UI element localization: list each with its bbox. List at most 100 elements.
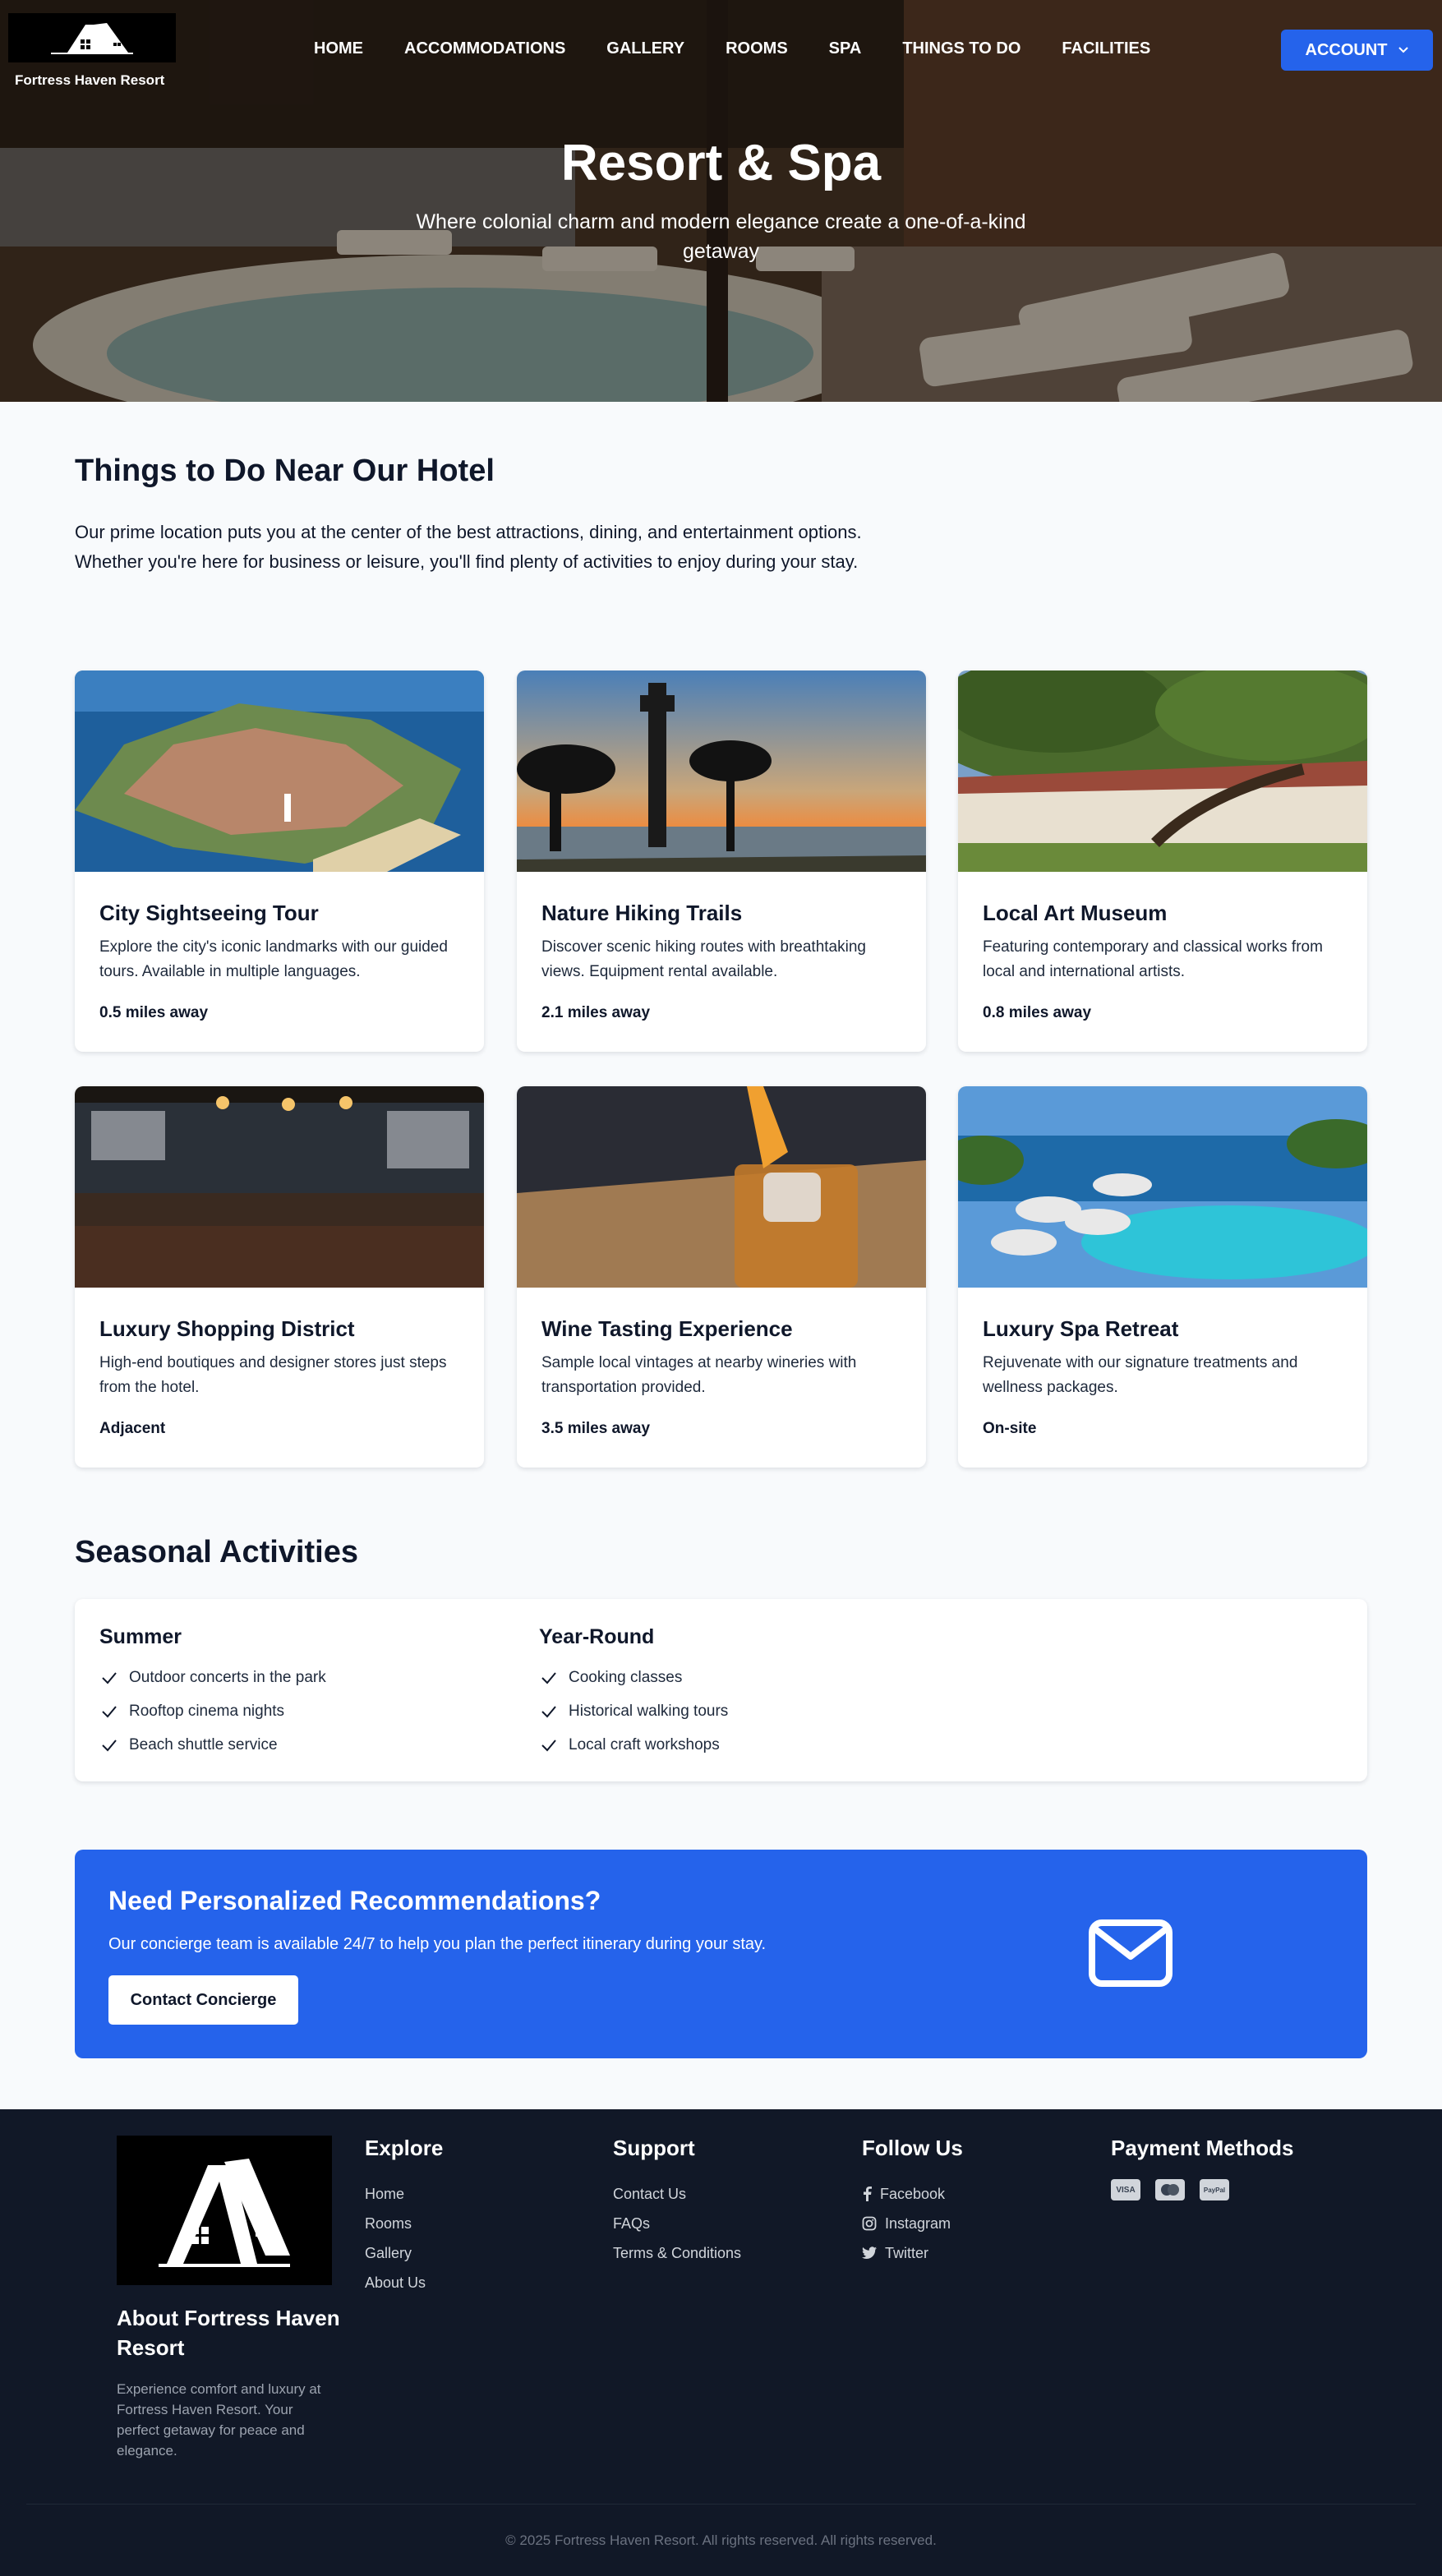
payment-icons: VISA PayPal xyxy=(1111,2179,1294,2200)
footer-heading: Explore xyxy=(365,2136,444,2160)
footer-logo[interactable] xyxy=(117,2136,332,2285)
footer-link-twitter[interactable]: Twitter xyxy=(862,2238,963,2268)
list-item: Beach shuttle service xyxy=(99,1728,326,1762)
list-item: Outdoor concerts in the park xyxy=(99,1661,326,1694)
visa-icon: VISA xyxy=(1111,2179,1140,2200)
things-intro: Our prime location puts you at the cente… xyxy=(75,522,862,572)
check-icon xyxy=(102,1671,117,1684)
footer-link-gallery[interactable]: Gallery xyxy=(365,2238,443,2268)
main-nav: HOME ACCOMMODATIONS GALLERY ROOMS SPA TH… xyxy=(314,39,1191,58)
mastercard-icon xyxy=(1155,2179,1185,2200)
shopping-image xyxy=(75,1086,484,1288)
card-description: Sample local vintages at nearby wineries… xyxy=(541,1354,857,1396)
card-title: Nature Hiking Trails xyxy=(541,901,743,925)
house-logo-icon xyxy=(51,23,133,54)
card-title: Luxury Shopping District xyxy=(99,1316,355,1341)
card-distance: 2.1 miles away xyxy=(541,1004,651,1021)
check-icon xyxy=(102,1739,117,1751)
yearround-title: Year-Round xyxy=(539,1625,655,1648)
hero-section: Fortress Haven Resort HOME ACCOMMODATION… xyxy=(0,0,1442,402)
card-distance: On-site xyxy=(983,1420,1037,1437)
footer-explore: Explore Home Rooms Gallery About Us xyxy=(365,2136,443,2297)
seasonal-title: Seasonal Activities xyxy=(75,1535,358,1569)
things-title: Things to Do Near Our Hotel xyxy=(75,454,495,488)
instagram-icon xyxy=(862,2216,877,2231)
activity-card-museum[interactable]: Local Art Museum Featuring contemporary … xyxy=(958,670,1367,1052)
footer-divider xyxy=(26,2504,1416,2505)
hero-title: Resort & Spa xyxy=(560,135,882,191)
card-description: Featuring contemporary and classical wor… xyxy=(983,938,1323,980)
house-logo-icon xyxy=(159,2159,290,2267)
list-item-label: Rooftop cinema nights xyxy=(129,1702,285,1720)
account-button[interactable]: ACCOUNT xyxy=(1281,30,1433,71)
check-icon xyxy=(541,1671,556,1684)
footer-about-text: Experience comfort and luxury at Fortres… xyxy=(117,2381,321,2458)
nav-gallery[interactable]: GALLERY xyxy=(606,39,684,58)
check-icon xyxy=(541,1705,556,1717)
hero-subtitle: Where colonial charm and modern elegance… xyxy=(416,210,1026,263)
nav-accommodations[interactable]: ACCOMMODATIONS xyxy=(404,39,565,58)
check-icon xyxy=(102,1705,117,1717)
footer-follow: Follow Us Facebook Instagram Twitter xyxy=(862,2136,963,2268)
nav-facilities[interactable]: FACILITIES xyxy=(1062,39,1150,58)
card-distance: Adjacent xyxy=(99,1420,166,1437)
footer-support: Support Contact Us FAQs Terms & Conditio… xyxy=(613,2136,741,2268)
footer-heading: Support xyxy=(613,2136,695,2160)
footer-payment: Payment Methods VISA PayPal xyxy=(1111,2136,1294,2200)
list-item-label: Historical walking tours xyxy=(569,1702,729,1720)
copyright: © 2025 Fortress Haven Resort. All rights… xyxy=(505,2532,937,2548)
site-footer: About Fortress Haven Resort Experience c… xyxy=(0,2109,1442,2576)
facebook-label: Facebook xyxy=(880,2185,946,2202)
summer-title: Summer xyxy=(99,1625,182,1648)
footer-link-home[interactable]: Home xyxy=(365,2179,443,2209)
brand-logo[interactable] xyxy=(8,13,176,62)
activity-card-shopping[interactable]: Luxury Shopping District High-end boutiq… xyxy=(75,1086,484,1468)
footer-link-instagram[interactable]: Instagram xyxy=(862,2209,963,2238)
footer-link-faqs[interactable]: FAQs xyxy=(613,2209,741,2238)
footer-link-about[interactable]: About Us xyxy=(365,2268,443,2297)
list-item: Historical walking tours xyxy=(539,1694,728,1728)
instagram-label: Instagram xyxy=(885,2214,951,2232)
twitter-icon xyxy=(862,2247,877,2259)
twitter-label: Twitter xyxy=(885,2244,929,2261)
wine-image xyxy=(517,1086,926,1288)
activity-card-hiking[interactable]: Nature Hiking Trails Discover scenic hik… xyxy=(517,670,926,1052)
nav-rooms[interactable]: ROOMS xyxy=(726,39,788,58)
card-distance: 0.5 miles away xyxy=(99,1004,209,1021)
activity-card-sightseeing[interactable]: City Sightseeing Tour Explore the city's… xyxy=(75,670,484,1052)
activity-card-spa[interactable]: Luxury Spa Retreat Rejuvenate with our s… xyxy=(958,1086,1367,1468)
activity-card-wine[interactable]: Wine Tasting Experience Sample local vin… xyxy=(517,1086,926,1468)
nav-home[interactable]: HOME xyxy=(314,39,363,58)
cta-title: Need Personalized Recommendations? xyxy=(108,1886,601,1915)
cta-text: Our concierge team is available 24/7 to … xyxy=(108,1935,767,1953)
nav-things-to-do[interactable]: THINGS TO DO xyxy=(902,39,1020,58)
card-description: Discover scenic hiking routes with breat… xyxy=(541,938,866,980)
footer-link-terms[interactable]: Terms & Conditions xyxy=(613,2238,741,2268)
yearround-column: Year-Round Cooking classes Historical wa… xyxy=(539,1625,728,1762)
paypal-icon: PayPal xyxy=(1200,2179,1229,2200)
seasonal-panel: Summer Outdoor concerts in the park Roof… xyxy=(75,1599,1367,1781)
footer-link-rooms[interactable]: Rooms xyxy=(365,2209,443,2238)
card-distance: 0.8 miles away xyxy=(983,1004,1092,1021)
list-item-label: Cooking classes xyxy=(569,1668,683,1686)
envelope-icon xyxy=(1089,1919,1172,1987)
list-item-label: Outdoor concerts in the park xyxy=(129,1668,326,1686)
card-description: Explore the city's iconic landmarks with… xyxy=(99,938,448,980)
footer-link-facebook[interactable]: Facebook xyxy=(862,2179,963,2209)
concierge-cta: Need Personalized Recommendations? Our c… xyxy=(75,1850,1367,2058)
brand-name: Fortress Haven Resort xyxy=(15,72,165,88)
spa-image xyxy=(958,1086,1367,1288)
check-icon xyxy=(541,1739,556,1751)
list-item: Local craft workshops xyxy=(539,1728,728,1762)
footer-about-title: About Fortress Haven Resort xyxy=(117,2306,340,2360)
museum-image xyxy=(958,670,1367,872)
footer-heading: Payment Methods xyxy=(1111,2136,1294,2160)
contact-concierge-button[interactable]: Contact Concierge xyxy=(108,1975,298,2025)
card-title: Luxury Spa Retreat xyxy=(983,1316,1179,1341)
summer-column: Summer Outdoor concerts in the park Roof… xyxy=(99,1625,326,1762)
nav-spa[interactable]: SPA xyxy=(829,39,862,58)
footer-link-contact[interactable]: Contact Us xyxy=(613,2179,741,2209)
card-description: High-end boutiques and designer stores j… xyxy=(99,1354,447,1396)
card-title: Local Art Museum xyxy=(983,901,1168,925)
card-title: City Sightseeing Tour xyxy=(99,901,319,925)
